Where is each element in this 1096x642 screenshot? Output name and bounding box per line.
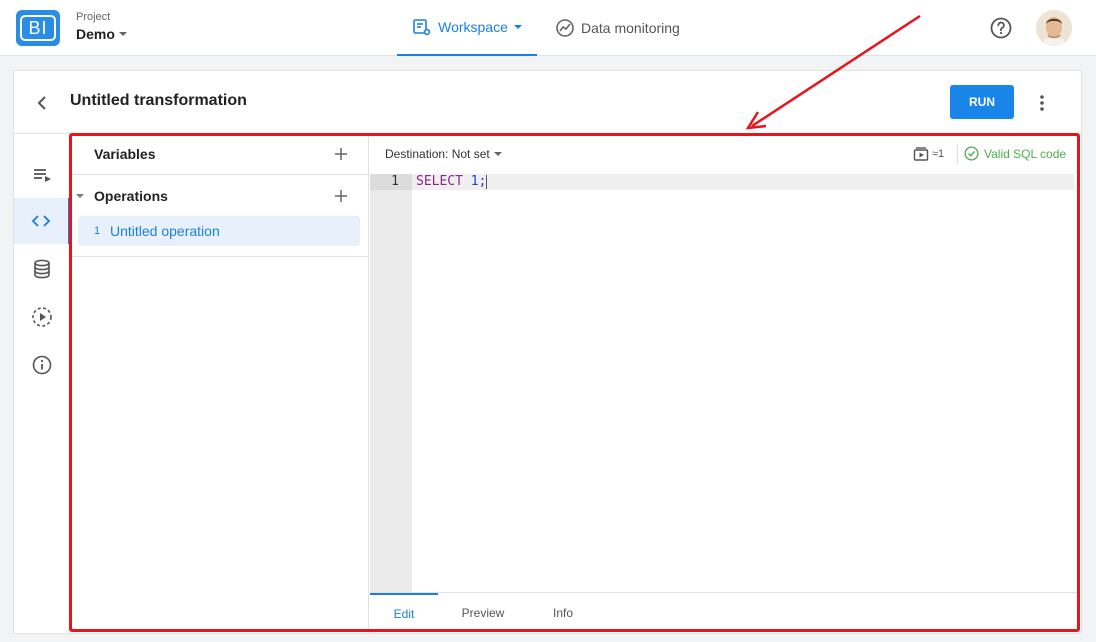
add-variable-icon[interactable] (333, 146, 349, 162)
side-rail (14, 134, 70, 634)
user-avatar[interactable] (1036, 10, 1072, 46)
rail-item-schedule[interactable] (14, 294, 70, 340)
tab-workspace[interactable]: Workspace (397, 0, 537, 56)
page-title: Untitled transformation (70, 92, 247, 109)
tab-data-monitoring[interactable]: Data monitoring (555, 0, 680, 56)
code-line[interactable]: SELECT 1; (412, 174, 1074, 190)
operation-number: 1 (94, 225, 101, 237)
variables-title: Variables (94, 146, 156, 162)
tab-preview[interactable]: Preview (448, 593, 518, 633)
list-item-operation[interactable]: 1 Untitled operation (78, 216, 360, 246)
tab-info[interactable]: Info (540, 593, 586, 633)
caret-down-icon (76, 194, 84, 198)
destination-label: Destination: Not set (385, 147, 490, 161)
database-icon (34, 259, 50, 279)
transformation-card: Untitled transformation RUN Variables Op… (13, 70, 1082, 634)
editor-tabs: Edit Preview Info (370, 592, 1080, 634)
chevron-down-icon (493, 152, 502, 156)
sql-validity-status: Valid SQL code (964, 146, 1066, 161)
editor-toolbar: Destination: Not set ≈1 Valid SQL code (370, 134, 1080, 174)
divider (957, 144, 958, 164)
line-gutter: 1 (370, 174, 412, 592)
monitoring-icon (556, 19, 574, 37)
rail-item-database[interactable] (14, 246, 70, 292)
tab-workspace-label: Workspace (438, 19, 508, 35)
stage-icon (913, 147, 929, 161)
project-name: Demo (76, 26, 115, 42)
project-name-row: Demo (76, 26, 127, 42)
info-icon (32, 355, 52, 375)
line-number: 1 (370, 174, 412, 190)
operation-name: Untitled operation (110, 223, 220, 239)
variables-header: Variables (71, 134, 369, 174)
logo-text: BI (20, 15, 56, 41)
more-vert-icon[interactable] (1032, 93, 1052, 113)
playlist-icon (34, 169, 51, 182)
avatar-image (1036, 10, 1072, 46)
tab-data-monitoring-label: Data monitoring (581, 20, 680, 36)
destination-selector[interactable]: Destination: Not set (385, 147, 502, 161)
operations-panel: Variables Operations 1 Untitled operatio… (71, 134, 369, 634)
stage-indicator[interactable]: ≈1 (913, 146, 944, 162)
add-operation-icon[interactable] (333, 188, 349, 204)
check-circle-icon (964, 146, 979, 161)
operations-title: Operations (94, 188, 168, 204)
rail-item-info[interactable] (14, 342, 70, 388)
workspace-icon (413, 19, 431, 36)
project-selector[interactable]: Project Demo (76, 11, 127, 44)
chevron-down-icon (118, 32, 127, 36)
sql-keyword: SELECT (416, 174, 463, 189)
operations-header[interactable]: Operations (71, 176, 369, 216)
back-icon[interactable] (32, 93, 52, 113)
card-header: Untitled transformation RUN (14, 71, 1081, 134)
sql-literal: 1; (470, 174, 487, 189)
rail-item-queue[interactable] (14, 152, 70, 198)
validity-text: Valid SQL code (984, 146, 1067, 161)
divider (71, 256, 369, 257)
stage-count: ≈1 (932, 148, 945, 160)
top-bar: BI Project Demo Workspace Data monitorin… (0, 0, 1096, 56)
sql-editor-panel: Destination: Not set ≈1 Valid SQL code 1… (370, 134, 1080, 634)
text-cursor (486, 174, 488, 189)
run-button[interactable]: RUN (950, 85, 1014, 119)
app-logo[interactable]: BI (16, 10, 60, 46)
project-label: Project (76, 11, 111, 23)
help-icon[interactable] (989, 16, 1013, 40)
chevron-down-icon (513, 25, 522, 29)
rail-item-code[interactable] (14, 198, 70, 244)
code-icon (31, 215, 51, 227)
tab-edit[interactable]: Edit (370, 593, 438, 633)
replay-icon (32, 307, 52, 327)
divider (71, 174, 369, 175)
